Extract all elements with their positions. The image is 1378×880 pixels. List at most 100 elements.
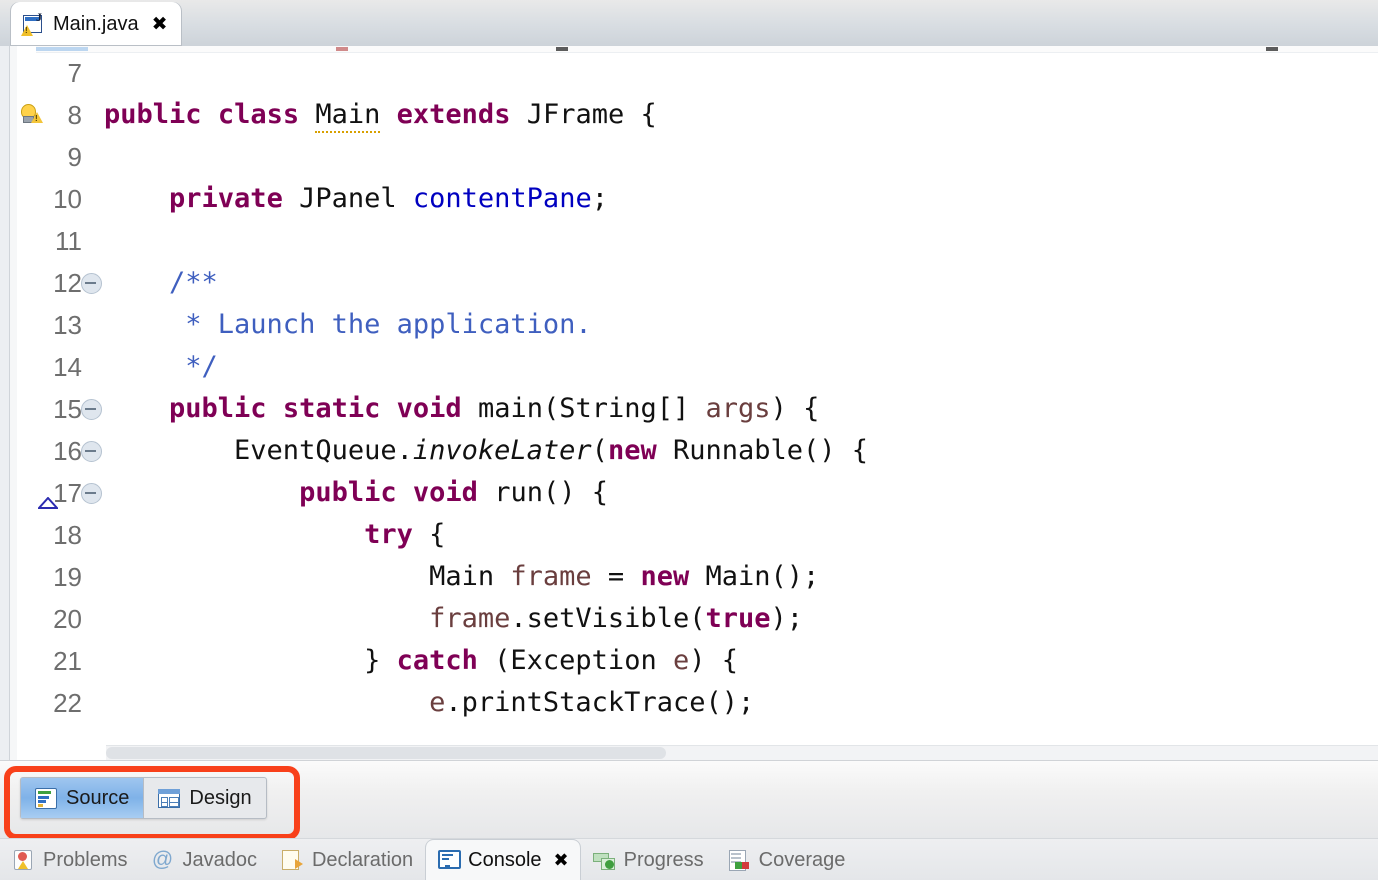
code-lines-container[interactable]: 7! 8 public class Main extends JFrame {9 10… — [18, 52, 1378, 760]
line-number: 14 — [53, 352, 82, 382]
line-number: 19 — [53, 562, 82, 592]
code-text[interactable]: EventQueue.invokeLater(new Runnable() { — [104, 430, 1378, 472]
code-text[interactable]: frame.setVisible(true); — [104, 598, 1378, 640]
line-gutter[interactable]: 16 — [18, 430, 104, 472]
code-line[interactable]: 17 public void run() { — [18, 472, 1378, 514]
tab-design-label: Design — [189, 786, 252, 809]
code-text[interactable]: e.printStackTrace(); — [104, 682, 1378, 724]
line-gutter[interactable]: 15 — [18, 388, 104, 430]
line-number: 21 — [53, 646, 82, 676]
editor-tab-label: Main.java — [53, 12, 139, 35]
code-line[interactable]: 10 private JPanel contentPane; — [18, 178, 1378, 220]
tab-source-label: Source — [66, 786, 130, 809]
code-text[interactable]: /** — [104, 262, 1378, 304]
line-gutter[interactable]: 11 — [18, 220, 104, 262]
line-number: 20 — [53, 604, 82, 634]
line-gutter[interactable]: 17 — [18, 472, 104, 514]
tab-source[interactable]: Source — [21, 778, 145, 818]
line-gutter[interactable]: 19 — [18, 556, 104, 598]
eclipse-ide-window: J ! Main.java ✖ import java.awt.EventQue… — [0, 0, 1378, 880]
tab-declaration-label: Declaration — [311, 848, 414, 871]
close-icon[interactable]: ✖ — [554, 850, 569, 871]
tab-coverage[interactable]: Coverage — [716, 839, 858, 880]
editor-left-rail — [0, 46, 10, 760]
code-line[interactable]: 22 e.printStackTrace(); — [18, 682, 1378, 724]
line-number: 13 — [53, 310, 82, 340]
source-page-icon — [35, 787, 57, 809]
tab-progress[interactable]: Progress — [581, 839, 716, 880]
tab-console[interactable]: Console ✖ — [425, 839, 581, 880]
code-text[interactable]: } catch (Exception e) { — [104, 640, 1378, 682]
line-number: 22 — [53, 688, 82, 718]
line-gutter[interactable]: 9 — [18, 136, 104, 178]
code-line[interactable]: 18 try { — [18, 514, 1378, 556]
code-line[interactable]: 15 public static void main(String[] args… — [18, 388, 1378, 430]
code-line[interactable]: 20 frame.setVisible(true); — [18, 598, 1378, 640]
code-line[interactable]: 21 } catch (Exception e) { — [18, 640, 1378, 682]
tab-console-label: Console — [468, 848, 542, 871]
line-number: 18 — [53, 520, 82, 550]
code-line[interactable]: 7 — [18, 52, 1378, 94]
code-text[interactable]: Main frame = new Main(); — [104, 556, 1378, 598]
code-text[interactable]: public static void main(String[] args) { — [104, 388, 1378, 430]
line-number: 16 — [53, 436, 82, 466]
code-text[interactable]: */ — [104, 346, 1378, 388]
editor-horizontal-scrollbar[interactable] — [106, 745, 1378, 760]
line-gutter[interactable]: 22 — [18, 682, 104, 724]
bottom-view-tab-bar: Problems @ Javadoc Declaration Console ✖ — [0, 838, 1378, 880]
line-gutter[interactable]: ! 8 — [18, 94, 104, 136]
source-design-tabs: Source Design — [20, 777, 267, 819]
line-number: 9 — [67, 142, 82, 172]
code-editor[interactable]: import java.awt.EventQueue; 7!8public cl… — [0, 46, 1378, 760]
code-line[interactable]: 12 /** — [18, 262, 1378, 304]
line-number: 10 — [53, 184, 82, 214]
code-line[interactable]: 11 — [18, 220, 1378, 262]
code-line[interactable]: 16 EventQueue.invokeLater(new Runnable()… — [18, 430, 1378, 472]
code-text[interactable]: * Launch the application. — [104, 304, 1378, 346]
editor-tab-main-java[interactable]: J ! Main.java ✖ — [10, 2, 182, 46]
line-number: 8 — [67, 100, 82, 130]
coverage-icon — [728, 849, 750, 871]
fold-collapse-icon[interactable] — [81, 441, 102, 462]
tab-design[interactable]: Design — [144, 778, 265, 818]
line-gutter[interactable]: 20 — [18, 598, 104, 640]
line-gutter[interactable]: 12 — [18, 262, 104, 304]
line-gutter[interactable]: 7 — [18, 52, 104, 94]
scrollbar-thumb[interactable] — [106, 747, 666, 759]
code-text[interactable]: private JPanel contentPane; — [104, 178, 1378, 220]
line-number: 15 — [53, 394, 82, 424]
code-text[interactable]: public class Main extends JFrame { — [104, 94, 1378, 136]
java-file-warning-icon: J ! — [21, 11, 44, 36]
line-gutter[interactable]: 13 — [18, 304, 104, 346]
quickfix-warning-bulb-icon[interactable]: ! — [20, 103, 44, 127]
line-gutter[interactable]: 10 — [18, 178, 104, 220]
code-text[interactable]: try { — [104, 514, 1378, 556]
progress-icon — [592, 849, 615, 871]
tab-problems[interactable]: Problems — [0, 839, 139, 880]
line-gutter[interactable]: 14 — [18, 346, 104, 388]
code-line[interactable]: 13 * Launch the application. — [18, 304, 1378, 346]
line-gutter[interactable]: 18 — [18, 514, 104, 556]
declaration-icon — [281, 849, 303, 871]
tab-declaration[interactable]: Declaration — [269, 839, 425, 880]
console-icon — [437, 849, 462, 871]
line-gutter[interactable]: 21 — [18, 640, 104, 682]
design-form-icon — [158, 788, 181, 808]
editor-left-rail-inner — [10, 46, 17, 760]
code-line[interactable]: 19 Main frame = new Main(); — [18, 556, 1378, 598]
code-text[interactable]: public void run() { — [104, 472, 1378, 514]
close-icon[interactable]: ✖ — [152, 14, 168, 34]
line-number: 12 — [53, 268, 82, 298]
code-line[interactable]: 9 — [18, 136, 1378, 178]
problems-icon — [12, 849, 34, 871]
fold-collapse-icon[interactable] — [81, 273, 102, 294]
source-design-strip: Source Design — [0, 760, 1378, 839]
line-number: 11 — [55, 226, 82, 256]
code-line[interactable]: ! 8 public class Main extends JFrame { — [18, 94, 1378, 136]
fold-collapse-icon[interactable] — [81, 399, 102, 420]
tab-coverage-label: Coverage — [758, 848, 846, 871]
code-line[interactable]: 14 */ — [18, 346, 1378, 388]
javadoc-at-icon: @ — [151, 848, 174, 871]
tab-javadoc[interactable]: @ Javadoc — [139, 839, 269, 880]
fold-collapse-icon[interactable] — [81, 483, 102, 504]
